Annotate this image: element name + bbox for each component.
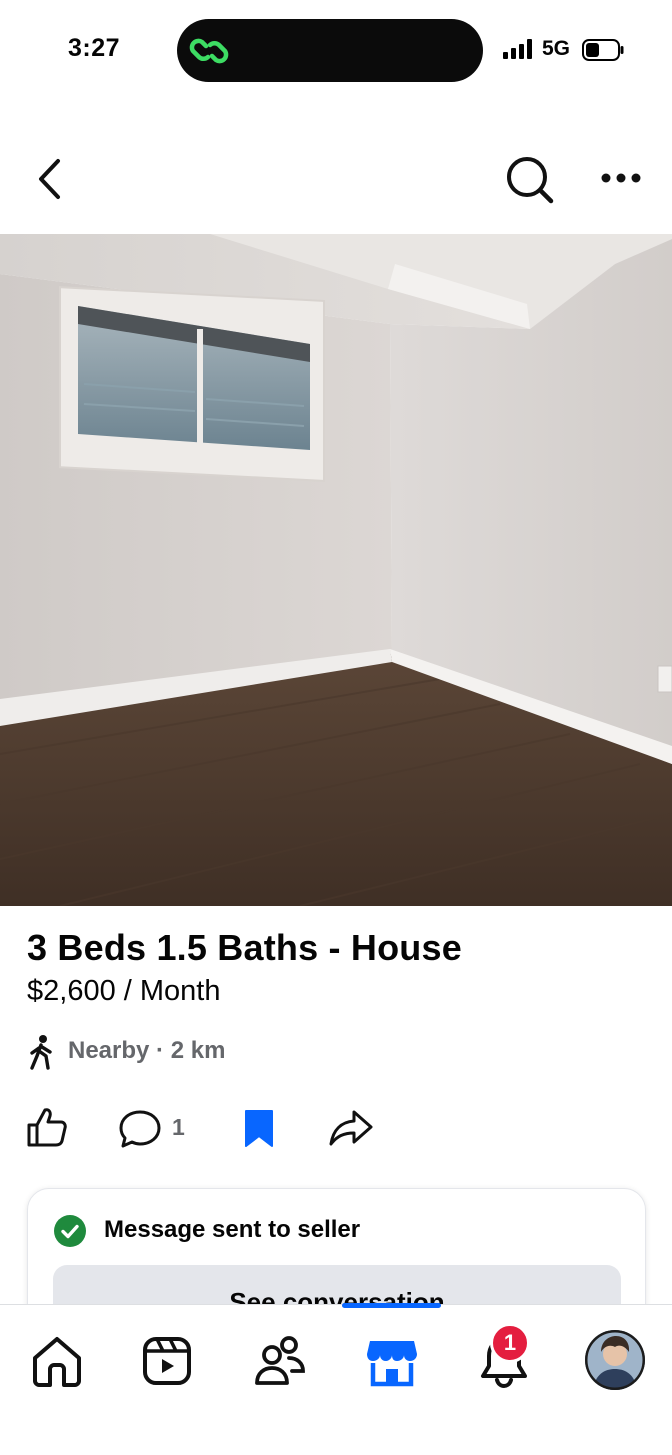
battery-icon <box>582 39 624 61</box>
walking-person-icon <box>30 1035 52 1070</box>
profile-avatar[interactable] <box>585 1330 645 1390</box>
listing-screen: 3:27 5G 3 Beds 1.5 Baths - House $2,600 … <box>0 0 672 1455</box>
listing-photo[interactable] <box>0 234 672 906</box>
more-dots-icon[interactable] <box>598 168 644 188</box>
check-circle-icon <box>54 1215 86 1247</box>
listing-location: Nearby · 2 km <box>68 1037 226 1064</box>
bookmark-saved-icon[interactable] <box>243 1108 275 1148</box>
dynamic-island <box>177 19 483 82</box>
marketplace-icon[interactable] <box>364 1333 420 1389</box>
listing-title: 3 Beds 1.5 Baths - House <box>27 927 462 968</box>
network-type: 5G <box>542 37 571 60</box>
comment-count: 1 <box>172 1114 185 1140</box>
status-time: 3:27 <box>68 34 121 62</box>
signal-icon <box>503 39 532 59</box>
like-icon[interactable] <box>26 1106 68 1148</box>
linked-rings-icon <box>189 38 229 64</box>
friends-icon[interactable] <box>252 1333 308 1389</box>
back-chevron-icon[interactable] <box>30 156 72 202</box>
listing-price: $2,600 / Month <box>27 975 221 1007</box>
share-icon[interactable] <box>328 1108 374 1148</box>
avatar-image <box>585 1330 645 1390</box>
active-tab-indicator <box>342 1303 441 1308</box>
notification-badge: 1 <box>490 1323 530 1363</box>
bottom-tab-bar: 1 <box>0 1303 672 1455</box>
room-photo-image <box>0 234 672 906</box>
video-icon[interactable] <box>139 1333 195 1389</box>
message-status: Message sent to seller <box>104 1216 361 1243</box>
comment-icon[interactable] <box>118 1108 162 1150</box>
home-icon[interactable] <box>29 1333 85 1389</box>
search-icon[interactable] <box>502 152 556 206</box>
